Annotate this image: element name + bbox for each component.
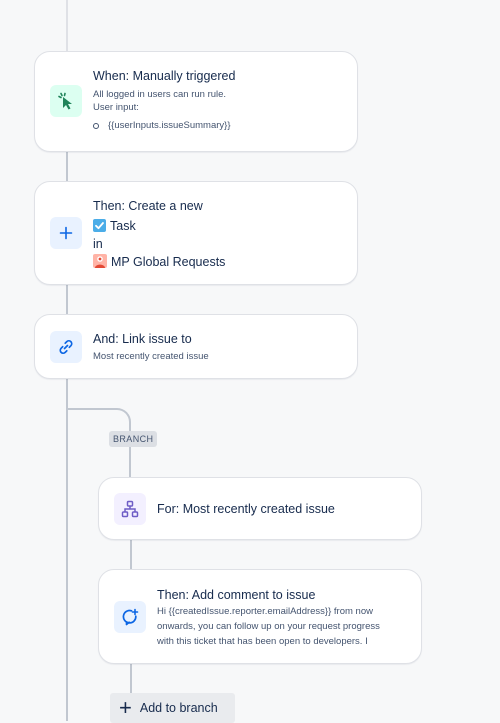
trigger-card[interactable]: When: Manually triggered All logged in u…	[34, 51, 358, 152]
branch-icon-box	[114, 493, 146, 525]
issue-type: Task	[93, 217, 136, 235]
trigger-permission-text: All logged in users can run rule.	[93, 89, 227, 100]
trigger-user-input-label: User input:	[93, 102, 139, 113]
comment-text-line: Hi {{createdIssue.reporter.emailAddress}…	[157, 606, 373, 617]
bullet-icon	[93, 123, 99, 129]
connector-line	[66, 151, 68, 182]
trigger-icon-box	[50, 85, 82, 117]
comment-text-line: with this ticket that has been open to d…	[157, 636, 368, 647]
issue-type-label: Task	[110, 219, 136, 233]
link-title: And: Link issue to	[93, 332, 192, 346]
comment-title: Then: Add comment to issue	[157, 588, 316, 602]
create-issue-card[interactable]: Then: Create a new Task in MP Global Req…	[34, 181, 358, 285]
plus-icon	[59, 226, 73, 240]
plus-icon: +	[119, 695, 132, 720]
create-icon-box	[50, 217, 82, 249]
add-comment-card[interactable]: Then: Add comment to issue Hi {{createdI…	[98, 569, 422, 664]
link-icon	[59, 339, 73, 355]
comment-icon-box	[114, 601, 146, 633]
in-label: in	[93, 237, 103, 251]
cursor-click-icon	[58, 92, 72, 110]
branch-connector-line	[130, 663, 132, 694]
project: MP Global Requests	[93, 253, 225, 271]
project-name: MP Global Requests	[111, 255, 226, 269]
link-issue-card[interactable]: And: Link issue to Most recently created…	[34, 314, 358, 379]
trigger-input-value: {{userInputs.issueSummary}}	[108, 120, 231, 131]
for-title: For: Most recently created issue	[157, 502, 335, 516]
add-to-branch-label: Add to branch	[139, 701, 218, 715]
link-subtitle: Most recently created issue	[93, 351, 209, 362]
trigger-title: When: Manually triggered	[93, 69, 236, 83]
link-icon-box	[50, 331, 82, 363]
task-checkbox-icon	[93, 219, 106, 232]
add-to-branch-button[interactable]: + Add to branch	[110, 693, 235, 723]
connector-line	[66, 284, 68, 315]
branch-tag: BRANCH	[109, 431, 158, 447]
branch-connector-line	[130, 539, 132, 570]
create-title: Then: Create a new	[93, 199, 203, 213]
branch-connector-line	[129, 460, 131, 478]
comment-text-line: onwards, you can follow up on your reque…	[157, 621, 380, 632]
project-avatar-icon	[93, 254, 107, 268]
branch-for-card[interactable]: For: Most recently created issue	[98, 477, 422, 540]
comment-add-icon	[122, 608, 139, 626]
branch-hierarchy-icon	[121, 500, 139, 518]
